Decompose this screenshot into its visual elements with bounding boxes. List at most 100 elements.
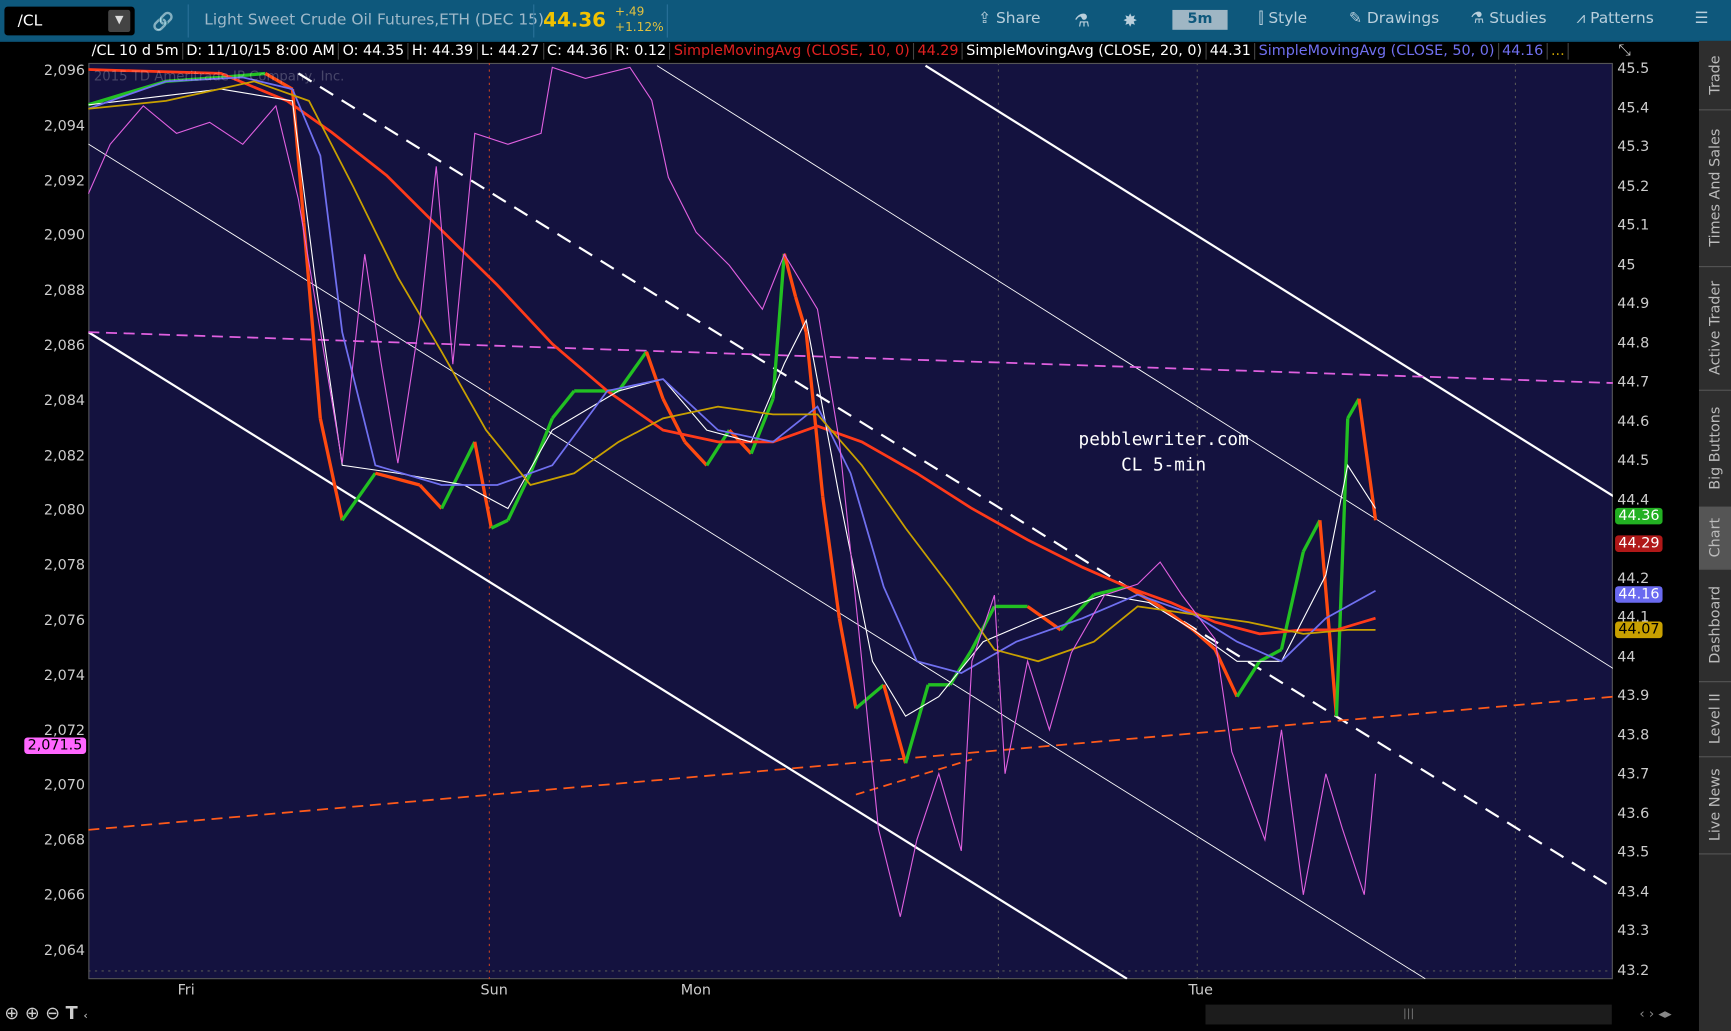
sidebar-tab-big-buttons[interactable]: Big Buttons <box>1698 390 1731 508</box>
right-axis-tick: 43.8 <box>1617 726 1650 744</box>
sidebar-tab-label: Big Buttons <box>1706 406 1724 490</box>
right-axis-tick: 45.4 <box>1617 99 1650 117</box>
price-segment <box>1235 660 1261 698</box>
sidebar: Trade Times And Sales Active Trader Big But… <box>1698 40 1731 1031</box>
left-axis-tick: 2,082 <box>43 447 86 465</box>
price-segment <box>749 398 775 455</box>
symbol-selector[interactable]: /CL ▼ <box>4 6 135 36</box>
x-axis-tick: Mon <box>680 982 711 1000</box>
patterns-button[interactable]: ⩘ Patterns <box>1576 10 1653 28</box>
studies-button[interactable]: ⚗ Studies <box>1470 10 1546 28</box>
sidebar-tab-trade[interactable]: Trade <box>1698 41 1731 111</box>
chart-tools: ⊕ ⊕ ⊖ T ‹ <box>4 1002 87 1023</box>
left-axis-tick: 2,064 <box>43 942 86 960</box>
sma50-value: 44.16 <box>1498 43 1548 60</box>
gear-icon[interactable]: ✸ <box>1123 10 1138 31</box>
bar-high: H: 44.39 <box>408 43 478 60</box>
link-icon[interactable]: 🔗 <box>152 11 174 32</box>
orange-support-line <box>88 695 1613 831</box>
right-axis-tick: 44.6 <box>1617 413 1650 430</box>
price-segment <box>1213 648 1239 698</box>
share-button[interactable]: ⇪ Share <box>978 10 1040 28</box>
left-axis-tick: 2,096 <box>43 62 86 80</box>
bar-open: O: 44.35 <box>339 43 409 60</box>
study-legend: /CL 10 d 5m D: 11/10/15 8:00 AM O: 44.35 H:… <box>88 42 1570 62</box>
sidebar-tab-label: Live News <box>1706 768 1724 842</box>
left-axis-tick: 2,066 <box>43 887 86 905</box>
zoom-in-icon[interactable]: ⊕ <box>25 1002 40 1023</box>
sma50-label[interactable]: SimpleMovingAvg (CLOSE, 50, 0) <box>1255 43 1499 60</box>
drawings-label: Drawings <box>1366 9 1440 28</box>
sidebar-tab-label: Chart <box>1706 517 1724 558</box>
bar-low: L: 44.27 <box>477 43 544 60</box>
chevron-down-icon[interactable]: ▼ <box>108 9 131 33</box>
upper-channel-line <box>924 64 1613 498</box>
right-axis-tick: 45 <box>1617 256 1636 274</box>
divider <box>533 4 535 38</box>
right-axis-tick: 43.9 <box>1617 687 1650 705</box>
right-axis-tick: 43.3 <box>1617 922 1650 940</box>
left-axis-tick: 2,070 <box>43 777 86 795</box>
instrument-description: Light Sweet Crude Oil Futures,ETH (DEC 1… <box>204 11 545 29</box>
horizontal-scrollbar[interactable]: ||| <box>1205 1004 1612 1025</box>
price-segment <box>1279 551 1305 650</box>
patterns-icon: ⩘ <box>1576 9 1591 28</box>
studies-label: Studies <box>1489 9 1547 28</box>
pencil-icon: ✎ <box>1349 9 1367 28</box>
bar-close: C: 44.36 <box>543 43 612 60</box>
timeframe-button[interactable]: 5m <box>1172 9 1228 30</box>
price-segment <box>837 617 858 709</box>
right-axis-tick: 44.8 <box>1617 335 1650 352</box>
price-segment <box>551 389 576 420</box>
right-axis-tick: 43.2 <box>1617 962 1650 979</box>
price-segment <box>1026 605 1062 632</box>
sidebar-tab-live-news[interactable]: Live News <box>1698 756 1731 855</box>
crosshair-icon[interactable]: ⊕ <box>4 1002 19 1023</box>
series-simplemovingavg-200- <box>88 80 1376 663</box>
price-segment <box>1346 397 1361 420</box>
scroll-arrows-icon[interactable]: ‹ › ◂▸ <box>1639 1006 1671 1021</box>
lower-channel-line <box>88 331 1128 980</box>
price-tag: 44.07 <box>1615 621 1663 638</box>
drawings-button[interactable]: ✎ Drawings <box>1349 10 1439 28</box>
style-button[interactable]: ⫿ Style <box>1259 10 1308 28</box>
right-axis-tick: 44.5 <box>1617 452 1650 470</box>
right-axis-tick: 43.4 <box>1617 883 1650 901</box>
price-chart <box>88 62 1613 980</box>
right-axis-tick: 45.2 <box>1617 178 1650 195</box>
text-tool-icon[interactable]: T <box>66 1002 78 1023</box>
sidebar-tab-chart[interactable]: Chart <box>1698 506 1731 570</box>
annotation-line-2: CL 5-min <box>1121 453 1207 475</box>
sidebar-tab-active-trader[interactable]: Active Trader <box>1698 266 1731 391</box>
right-axis-tick: 43.6 <box>1617 805 1650 822</box>
x-axis-tick: Sun <box>480 982 508 1000</box>
sma10-label[interactable]: SimpleMovingAvg (CLOSE, 10, 0) <box>670 43 915 60</box>
left-axis-tick: 2,090 <box>43 227 86 245</box>
sidebar-tab-dashboard[interactable]: Dashboard <box>1698 569 1731 683</box>
left-axis-tick: 2,086 <box>43 337 86 355</box>
last-price: 44.36 <box>543 8 606 33</box>
scroll-left-icon[interactable]: ‹ <box>83 1010 87 1022</box>
price-tag: 44.36 <box>1615 507 1663 525</box>
zoom-out-icon[interactable]: ⊖ <box>45 1002 60 1023</box>
plot-area[interactable] <box>88 62 1613 980</box>
more-studies[interactable]: ... <box>1547 43 1570 60</box>
right-axis-tick: 44.4 <box>1617 491 1650 509</box>
sma20-value: 44.31 <box>1206 43 1256 60</box>
flask-icon[interactable]: ⚗ <box>1074 10 1090 31</box>
price-segment <box>1301 519 1322 553</box>
compress-icon[interactable]: ⤡ <box>1618 42 1630 60</box>
change-percent: +1.12% <box>614 19 664 35</box>
sidebar-tab-level-ii[interactable]: Level II <box>1698 681 1731 758</box>
style-label: Style <box>1268 9 1308 28</box>
bar-date: D: 11/10/15 8:00 AM <box>183 43 340 60</box>
sidebar-tab-times-and-sales[interactable]: Times And Sales <box>1698 109 1731 268</box>
left-axis-tick: 2,068 <box>43 832 86 850</box>
menu-icon[interactable]: ☰ <box>1695 10 1709 28</box>
divider <box>666 4 668 38</box>
right-axis-tick: 45.1 <box>1617 217 1650 235</box>
price-segment <box>882 684 908 764</box>
share-icon: ⇪ <box>978 9 996 28</box>
left-axis-tick: 2,078 <box>43 557 86 575</box>
sma20-label[interactable]: SimpleMovingAvg (CLOSE, 20, 0) <box>962 43 1207 60</box>
